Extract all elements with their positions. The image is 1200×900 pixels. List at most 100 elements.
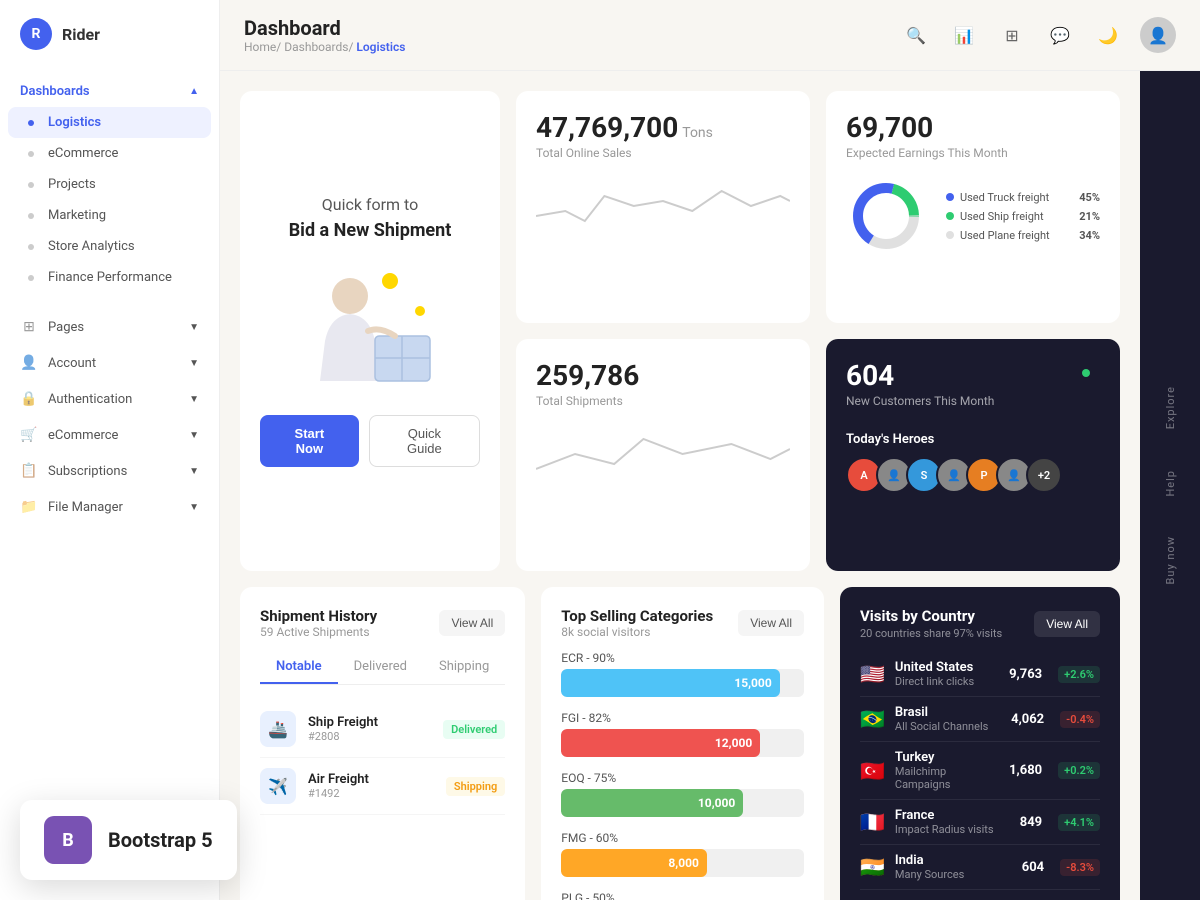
sidebar-item-ecommerce-nav[interactable]: 🛒 eCommerce ▼ [0, 417, 219, 453]
sidebar-item-pages[interactable]: ⊞ Pages ▼ [0, 309, 219, 345]
tab-notable[interactable]: Notable [260, 651, 338, 684]
shipments-number: 259,786 [536, 359, 790, 392]
sidebar-item-account[interactable]: 👤 Account ▼ [0, 345, 219, 381]
filemanager-icon: 📁 [20, 498, 38, 516]
bar-plg: PLG - 50% 7,000 [561, 891, 804, 900]
bootstrap-icon: B [44, 816, 92, 864]
sidebar-item-logistics[interactable]: Logistics [8, 107, 211, 138]
quick-form-card: Quick form to Bid a New Shipment [240, 91, 500, 571]
dark-mode-toggle[interactable]: 🌙 [1092, 19, 1124, 51]
country-row-tr: 🇹🇷 Turkey Mailchimp Campaigns 1,680 +0.2… [860, 742, 1100, 800]
pages-icon: ⊞ [20, 318, 38, 336]
logo[interactable]: R Rider [0, 0, 219, 68]
country-row-fr: 🇫🇷 France Impact Radius visits 849 +4.1% [860, 800, 1100, 845]
top-cards-row: Quick form to Bid a New Shipment [240, 91, 1120, 571]
main-content: Dashboard Home/ Dashboards/ Logistics 🔍 … [220, 0, 1200, 900]
sidebar-item-marketing[interactable]: Marketing [0, 200, 219, 231]
chevron-icon: ▼ [189, 430, 199, 441]
sidebar-item-authentication[interactable]: 🔒 Authentication ▼ [0, 381, 219, 417]
chevron-icon: ▼ [189, 502, 199, 513]
customers-card: 604 New Customers This Month Today's Her… [826, 339, 1120, 571]
categories-view-all-button[interactable]: View All [738, 610, 804, 636]
shipment-header: Shipment History 59 Active Shipments Vie… [260, 607, 505, 639]
sidebar-item-projects[interactable]: Projects [0, 169, 219, 200]
shipment-title: Shipment History [260, 607, 377, 625]
quick-form-illustration [290, 261, 450, 391]
subscriptions-icon: 📋 [20, 462, 38, 480]
categories-subtitle: 8k social visitors [561, 625, 713, 639]
country-header: Visits by Country 20 countries share 97%… [860, 607, 1100, 640]
quick-form-subtitle: Bid a New Shipment [289, 220, 452, 241]
chat-button[interactable]: 💬 [1044, 19, 1076, 51]
change-in: -8.3% [1060, 859, 1100, 876]
bottom-cards-row: Shipment History 59 Active Shipments Vie… [240, 587, 1120, 900]
total-shipments-card: 259,786 Total Shipments [516, 339, 810, 571]
shipment-title-group: Shipment History 59 Active Shipments [260, 607, 377, 639]
status-badge: Delivered [443, 720, 505, 739]
grid-button[interactable]: ⊞ [996, 19, 1028, 51]
avatar-extra: +2 [1026, 457, 1062, 493]
start-now-button[interactable]: Start Now [260, 415, 359, 467]
table-row: ✈️ Air Freight #1492 Shipping [260, 758, 505, 815]
visits-country-panel: Visits by Country 20 countries share 97%… [840, 587, 1120, 900]
breadcrumb: Home/ Dashboards/ Logistics [244, 40, 405, 54]
categories-header: Top Selling Categories 8k social visitor… [561, 607, 804, 639]
legend-plane: Used Plane freight 34% [946, 226, 1100, 245]
tab-delivered[interactable]: Delivered [338, 651, 423, 684]
change-us: +2.6% [1058, 666, 1100, 683]
table-row: 🚢 Ship Freight #2808 Delivered [260, 701, 505, 758]
categories-title: Top Selling Categories [561, 607, 713, 625]
shipment-tabs: Notable Delivered Shipping [260, 651, 505, 685]
header-actions: 🔍 📊 ⊞ 💬 🌙 👤 [900, 17, 1176, 53]
total-online-sales-card: 47,769,700 Tons Total Online Sales [516, 91, 810, 323]
freight-legend: Used Truck freight 45% Used Ship freight [946, 188, 1100, 245]
shipment-subtitle: 59 Active Shipments [260, 625, 377, 639]
ship-info-2: Air Freight #1492 [308, 772, 369, 800]
sidebar-item-filemanager[interactable]: 📁 File Manager ▼ [0, 489, 219, 525]
country-tr-info: Turkey Mailchimp Campaigns [895, 750, 999, 791]
shipment-view-all-button[interactable]: View All [439, 610, 505, 636]
tab-shipping[interactable]: Shipping [423, 651, 505, 684]
quick-guide-button[interactable]: Quick Guide [369, 415, 480, 467]
heroes-label: Today's Heroes [846, 432, 1100, 447]
country-br-info: Brasil All Social Channels [895, 705, 988, 733]
sidebar-item-ecommerce[interactable]: eCommerce [0, 138, 219, 169]
shipments-mini-chart [536, 424, 790, 484]
flag-us: 🇺🇸 [860, 662, 885, 686]
country-view-all-button[interactable]: View All [1034, 611, 1100, 637]
country-fr-info: France Impact Radius visits [895, 808, 994, 836]
logo-text: Rider [62, 25, 100, 44]
ecommerce-icon: 🛒 [20, 426, 38, 444]
search-button[interactable]: 🔍 [900, 19, 932, 51]
content-area: Quick form to Bid a New Shipment [220, 71, 1200, 900]
auth-icon: 🔒 [20, 390, 38, 408]
page-title: Dashboard [244, 16, 405, 40]
dot-icon [28, 182, 34, 188]
country-row-us: 🇺🇸 United States Direct link clicks 9,76… [860, 652, 1100, 697]
quick-form-actions: Start Now Quick Guide [260, 415, 480, 467]
help-label[interactable]: Help [1164, 460, 1177, 507]
bar-ecr: ECR - 90% 15,000 [561, 651, 804, 697]
legend-truck: Used Truck freight 45% [946, 188, 1100, 207]
user-avatar[interactable]: 👤 [1140, 17, 1176, 53]
ship-icon: 🚢 [260, 711, 296, 747]
sidebar-item-subscriptions[interactable]: 📋 Subscriptions ▼ [0, 453, 219, 489]
buy-now-label[interactable]: Buy now [1164, 526, 1177, 594]
dashboards-group[interactable]: Dashboards ▲ [0, 76, 219, 107]
legend-ship: Used Ship freight 21% [946, 207, 1100, 226]
country-title-group: Visits by Country 20 countries share 97%… [860, 607, 1002, 640]
right-panel: Explore Help Buy now [1140, 71, 1200, 900]
sidebar-item-finance[interactable]: Finance Performance [0, 262, 219, 293]
change-br: -0.4% [1060, 711, 1100, 728]
flag-tr: 🇹🇷 [860, 759, 885, 783]
chart-button[interactable]: 📊 [948, 19, 980, 51]
country-in-info: India Many Sources [895, 853, 964, 881]
sidebar-item-store-analytics[interactable]: Store Analytics [0, 231, 219, 262]
quick-form-title: Quick form to [322, 195, 418, 214]
explore-label[interactable]: Explore [1164, 376, 1177, 439]
country-us-info: United States Direct link clicks [895, 660, 974, 688]
bootstrap-overlay: B Bootstrap 5 [20, 800, 237, 880]
donut-section: Used Truck freight 45% Used Ship freight [846, 176, 1100, 256]
header: Dashboard Home/ Dashboards/ Logistics 🔍 … [220, 0, 1200, 71]
online-indicator [1082, 369, 1090, 377]
